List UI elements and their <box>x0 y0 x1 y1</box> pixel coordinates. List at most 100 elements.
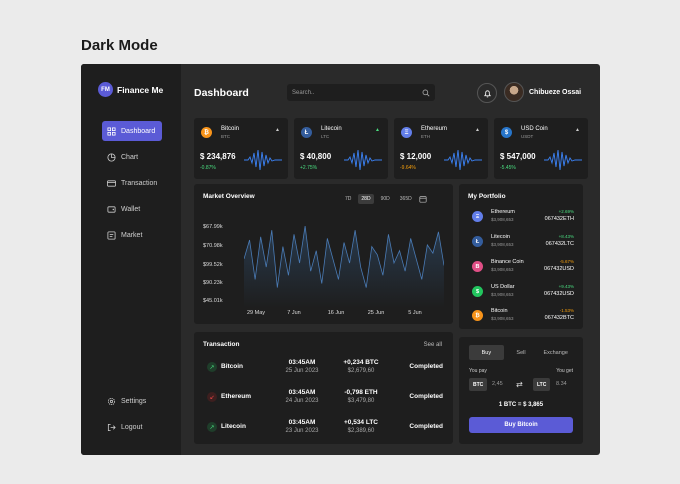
chart-area <box>244 226 444 308</box>
arrow-up-icon: ↗ <box>207 422 217 432</box>
transaction-name: Litecoin <box>221 423 246 430</box>
y-tick-label: $90.23k <box>203 280 223 286</box>
sidebar-bottom: Settings Logout <box>102 391 162 443</box>
sidebar-item-label: Transaction <box>121 179 158 187</box>
status-badge: Completed <box>409 363 443 370</box>
pay-currency-select[interactable]: BTC <box>469 378 488 391</box>
usd-coin-icon: $ <box>501 127 512 138</box>
sidebar-item-settings[interactable]: Settings <box>102 391 162 411</box>
x-tick-label: 25 Jun <box>367 310 385 316</box>
coin-card-usd-coin[interactable]: $ USD Coin USDT ▲ $ 547,000 -5.45% <box>494 118 588 179</box>
sidebar: FM Finance Me Dashboard Chart Transactio… <box>81 64 181 455</box>
sidebar-item-chart[interactable]: Chart <box>102 147 162 167</box>
portfolio-sub: $3,908,653 <box>491 217 514 222</box>
transaction-panel: Transaction See all ↗ Bitcoin 03:45AM 25… <box>194 332 453 444</box>
litecoin-icon: Ł <box>301 127 312 138</box>
portfolio-row[interactable]: ₿ Bitcoin $3,908,653 -1.53% 067432BTC <box>468 308 574 326</box>
buy-sell-panel: Buy Sell Exchange You pay You get BTC 2,… <box>459 337 583 444</box>
pie-chart-icon <box>107 152 116 162</box>
x-tick-label: 5 Jun <box>408 310 422 316</box>
coin-price: $ 40,800 <box>300 152 332 161</box>
sidebar-item-wallet[interactable]: Wallet <box>102 199 162 219</box>
y-tick-label: $70.98k <box>203 243 223 249</box>
sidebar-item-market[interactable]: Market <box>102 225 162 245</box>
transaction-usd: $2,679,60 <box>347 368 375 374</box>
sidebar-item-transaction[interactable]: Transaction <box>102 173 162 193</box>
range-28d[interactable]: 28D <box>358 194 374 204</box>
coin-price: $ 234,876 <box>200 152 236 161</box>
coin-symbol: ETH <box>421 134 430 139</box>
y-tick-label: $67.99k <box>203 224 223 230</box>
portfolio-change: -1.53% <box>559 308 574 313</box>
user-name[interactable]: Chibueze Ossai <box>529 89 581 96</box>
coin-card-bitcoin[interactable]: ₿ Bitcoin BTC ▲ $ 234,876 -0.87% <box>194 118 288 179</box>
see-all-link[interactable]: See all <box>424 342 442 348</box>
search-input[interactable]: Search.. <box>287 84 435 101</box>
calendar-icon[interactable] <box>419 195 427 203</box>
transaction-row[interactable]: ↗ Litecoin 03:45AM 23 Jun 2023 +0,534 LT… <box>194 416 453 438</box>
wallet-icon <box>107 205 116 213</box>
coin-symbol: USDT <box>521 134 534 139</box>
transaction-amount: -0,798 ETH <box>344 389 378 396</box>
gear-icon <box>107 397 116 405</box>
range-90d[interactable]: 90D <box>378 194 393 204</box>
portfolio-row[interactable]: Ξ Ethereum $3,908,653 +2.69% 067432ETH <box>468 209 574 227</box>
coin-change: -5.45% <box>500 165 516 171</box>
status-badge: Completed <box>409 393 443 400</box>
x-tick-label: 29 May <box>246 310 266 316</box>
sidebar-nav: Dashboard Chart Transaction Wallet Marke… <box>102 121 162 251</box>
logo[interactable]: FM Finance Me <box>98 82 163 97</box>
bell-icon <box>483 89 491 97</box>
sparkline <box>344 149 382 171</box>
transaction-row[interactable]: ↗ Bitcoin 03:45AM 25 Jun 2023 +0,234 BTC… <box>194 356 453 378</box>
portfolio-sub: $3,908,653 <box>491 292 514 297</box>
portfolio-name: Binance Coin <box>491 259 524 265</box>
transaction-amount: +0,234 BTC <box>343 359 379 366</box>
transaction-row[interactable]: ↙ Ethereum 03:45AM 24 Jun 2023 -0,798 ET… <box>194 386 453 408</box>
sidebar-item-dashboard[interactable]: Dashboard <box>102 121 162 141</box>
portfolio-row[interactable]: $ US Dollar $3,908,653 +9.43% 067432USD <box>468 284 574 302</box>
transaction-date: 25 Jun 2023 <box>285 368 319 374</box>
arrow-up-icon: ↗ <box>207 362 217 372</box>
sidebar-item-label: Logout <box>121 423 143 431</box>
transaction-title: Transaction <box>203 341 240 348</box>
coin-change: -9.64% <box>400 165 416 171</box>
market-line-chart[interactable] <box>244 218 444 308</box>
pay-amount-input[interactable]: 2,45 <box>492 381 503 387</box>
tab-exchange[interactable]: Exchange <box>538 345 573 360</box>
tab-sell[interactable]: Sell <box>504 345 539 360</box>
triangle-up-icon: ▲ <box>575 127 580 133</box>
get-currency-select[interactable]: LTC <box>533 378 551 391</box>
portfolio-row[interactable]: Ł Litecoin $3,908,653 +8.43% 067432LTC <box>468 234 574 252</box>
litecoin-icon: Ł <box>472 236 483 247</box>
transaction-time: 03:45AM <box>288 359 316 366</box>
range-7d[interactable]: 7D <box>342 194 354 204</box>
get-amount-input[interactable]: 8.34 <box>556 381 567 387</box>
portfolio-change: -5.67% <box>559 259 574 264</box>
status-badge: Completed <box>409 423 443 430</box>
transaction-name: Ethereum <box>221 393 251 400</box>
notification-button[interactable] <box>477 83 497 103</box>
grid-icon <box>107 126 116 136</box>
portfolio-row[interactable]: B Binance Coin $3,908,653 -5.67% 067432U… <box>468 259 574 277</box>
ethereum-icon: Ξ <box>472 211 483 222</box>
search-placeholder: Search.. <box>292 89 315 96</box>
tab-buy[interactable]: Buy <box>469 345 504 360</box>
coin-card-litecoin[interactable]: Ł Litecoin LTC ▲ $ 40,800 +2.75% <box>294 118 388 179</box>
buy-bitcoin-button[interactable]: Buy Bitcoin <box>469 417 573 433</box>
card-icon <box>107 179 116 187</box>
transaction-usd: $3,479,80 <box>347 398 375 404</box>
range-365d[interactable]: 365D <box>397 194 415 204</box>
swap-icon[interactable]: ⇄ <box>516 380 523 389</box>
portfolio-change: +8.43% <box>558 234 574 239</box>
coin-name: Bitcoin <box>221 126 240 132</box>
portfolio-name: Bitcoin <box>491 308 508 314</box>
portfolio-panel: My Portfolio Ξ Ethereum $3,908,653 +2.69… <box>459 184 583 329</box>
you-pay-label: You pay <box>469 368 487 374</box>
arrow-down-icon: ↙ <box>207 392 217 402</box>
market-overview-title: Market Overview <box>203 193 255 200</box>
transaction-date: 24 Jun 2023 <box>285 398 319 404</box>
avatar[interactable] <box>504 82 524 102</box>
coin-card-ethereum[interactable]: Ξ Ethereum ETH ▲ $ 12,000 -9.64% <box>394 118 488 179</box>
sidebar-item-logout[interactable]: Logout <box>102 417 162 437</box>
